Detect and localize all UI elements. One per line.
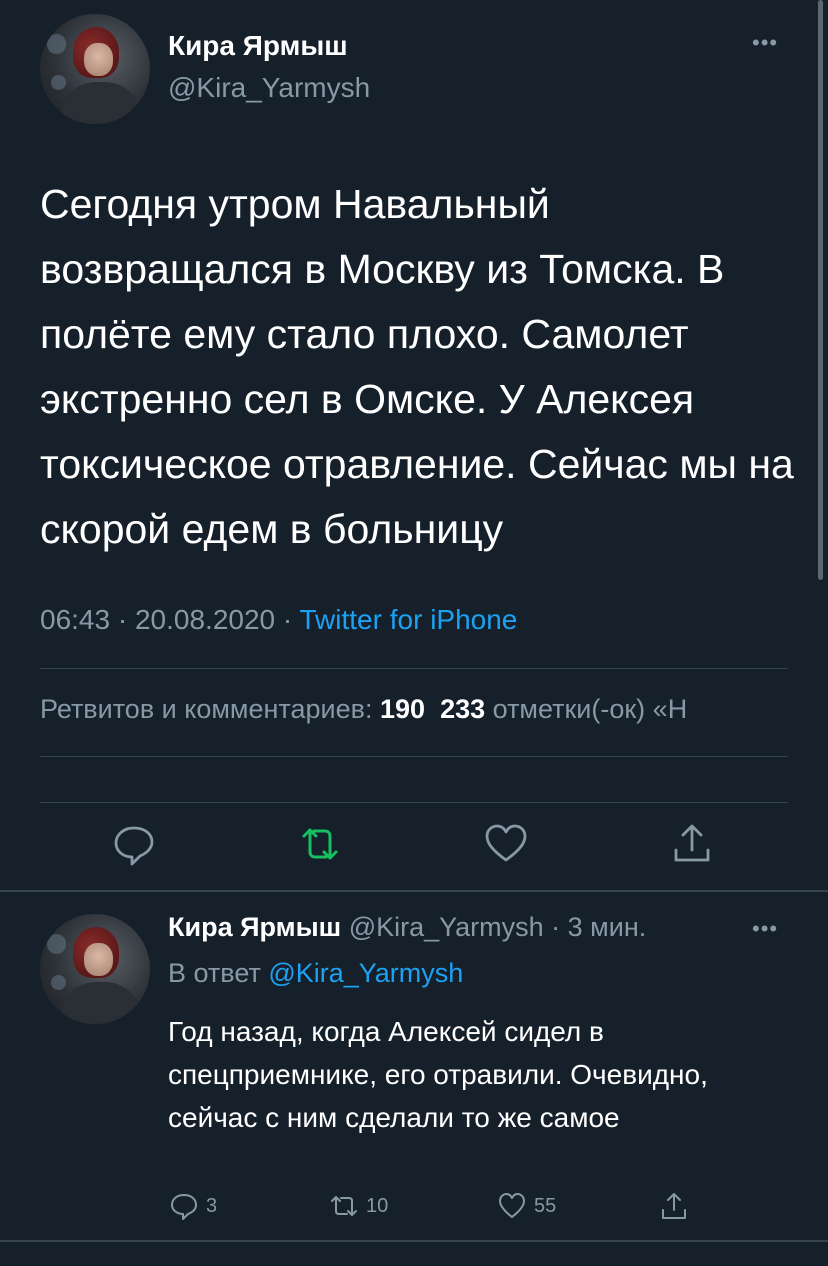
reply-comment-action[interactable]: 3 (168, 1188, 217, 1224)
reply-separator: · (543, 912, 568, 942)
divider (40, 756, 788, 757)
more-horizontal-icon[interactable]: ••• (752, 916, 778, 942)
reply-to-label: В ответ (168, 958, 261, 988)
reply-like-action[interactable]: 55 (496, 1188, 556, 1224)
reply-share-action[interactable] (658, 1188, 690, 1224)
tweet-time: 06:43 (40, 604, 111, 635)
comment-icon[interactable] (110, 820, 158, 868)
reply-author-name[interactable]: Кира Ярмыш (168, 912, 341, 942)
heart-icon[interactable] (496, 1190, 528, 1222)
meta-separator: · (110, 604, 135, 635)
tweet-stats: Ретвитов и комментариев: 190 233 отметки… (40, 694, 687, 725)
share-icon[interactable] (668, 820, 716, 868)
heart-icon[interactable] (482, 820, 530, 868)
divider (40, 802, 788, 803)
tweet-separator (0, 890, 828, 892)
tweet-source-link[interactable]: Twitter for iPhone (300, 604, 518, 635)
reply-header: Кира Ярмыш @Kira_Yarmysh · 3 мин. (168, 912, 646, 943)
author-name[interactable]: Кира Ярмыш (168, 30, 348, 62)
like-count: 55 (534, 1194, 557, 1217)
tweet-date: 20.08.2020 (134, 604, 276, 635)
share-icon[interactable] (658, 1190, 690, 1222)
scrollbar[interactable] (818, 0, 823, 580)
reply-to-handle-link[interactable]: @Kira_Yarmysh (268, 958, 463, 988)
retweets-count[interactable]: 190 (380, 694, 425, 724)
retweet-count: 10 (366, 1194, 389, 1217)
retweet-icon[interactable] (296, 820, 344, 868)
reply-author-avatar[interactable] (40, 914, 150, 1024)
tweet-actions (0, 820, 828, 880)
tweet-thread-page: Кира Ярмыш @Kira_Yarmysh ••• Сегодня утр… (0, 0, 828, 1266)
reply-actions: 3 10 55 (0, 1188, 828, 1228)
reply-text: Год назад, когда Алексей сидел в спецпри… (168, 1016, 708, 1133)
reply-author-handle[interactable]: @Kira_Yarmysh (349, 912, 544, 942)
divider (40, 668, 788, 669)
reply-to: В ответ @Kira_Yarmysh (168, 958, 463, 989)
tweet-text: Сегодня утром Навальный возвращался в Мо… (40, 181, 794, 552)
likes-label[interactable]: отметки(-ок) «Н (493, 694, 688, 724)
reply-count: 3 (206, 1194, 218, 1217)
more-horizontal-icon[interactable]: ••• (752, 30, 778, 56)
author-avatar[interactable] (40, 14, 150, 124)
likes-count[interactable]: 233 (440, 694, 485, 724)
main-tweet: Кира Ярмыш @Kira_Yarmysh ••• Сегодня утр… (0, 0, 828, 890)
tweet-meta: 06:43 · 20.08.2020 · Twitter for iPhone (40, 604, 517, 636)
reply-time: 3 мин. (567, 912, 647, 942)
author-handle[interactable]: @Kira_Yarmysh (168, 72, 370, 104)
reply-retweet-action[interactable]: 10 (328, 1188, 388, 1224)
tweet-separator (0, 1240, 828, 1242)
comment-icon[interactable] (168, 1190, 200, 1222)
retweets-label[interactable]: Ретвитов и комментариев: (40, 694, 372, 724)
meta-separator: · (275, 604, 300, 635)
retweet-icon[interactable] (328, 1190, 360, 1222)
